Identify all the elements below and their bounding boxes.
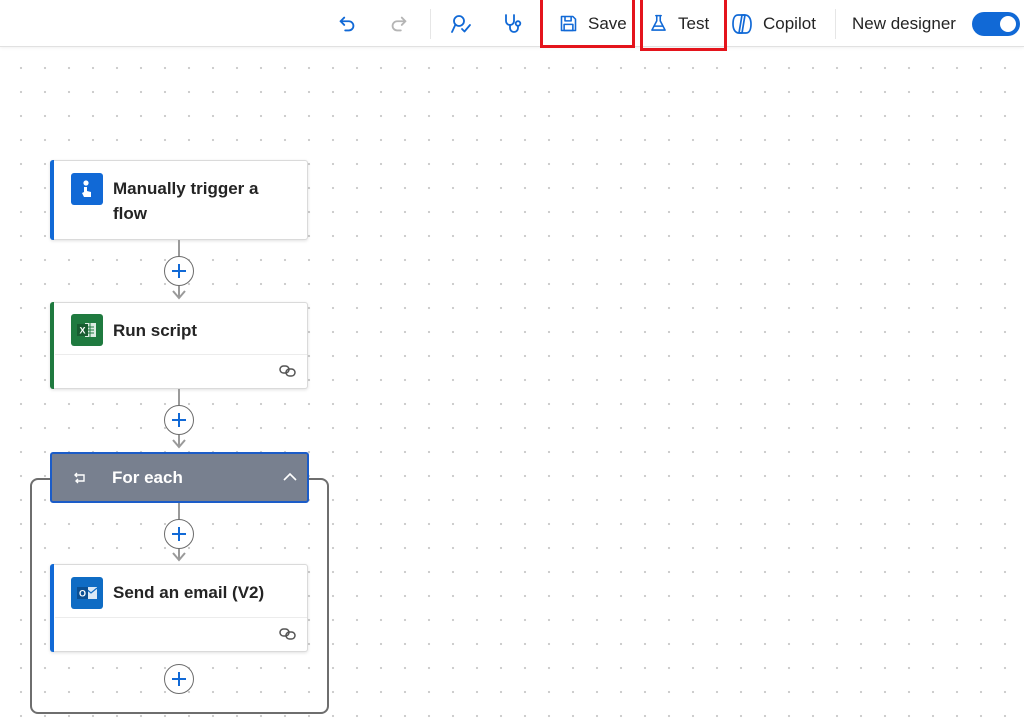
outlook-icon: O	[71, 577, 103, 609]
svg-text:O: O	[79, 589, 86, 599]
copilot-button[interactable]: Copilot	[730, 0, 816, 47]
manual-trigger-icon	[71, 173, 103, 205]
loop-icon	[74, 472, 85, 484]
save-button[interactable]: Save	[558, 0, 627, 47]
plus-icon	[172, 264, 186, 278]
copilot-icon	[732, 13, 752, 34]
test-label: Test	[678, 13, 710, 33]
trigger-title: Manually trigger a flow	[113, 176, 258, 226]
insert-step-button[interactable]	[164, 519, 194, 549]
undo-icon	[339, 16, 355, 31]
stethoscope-icon	[505, 13, 522, 33]
link-icon[interactable]	[279, 364, 297, 378]
plus-icon	[172, 527, 186, 541]
for-each-header[interactable]: For each	[50, 452, 309, 503]
trigger-title-line1: Manually trigger a	[113, 179, 259, 198]
svg-text:X: X	[79, 326, 85, 336]
redo-icon	[391, 16, 407, 31]
insert-step-button[interactable]	[164, 405, 194, 435]
copilot-label: Copilot	[763, 13, 816, 33]
plus-icon	[172, 413, 186, 427]
trigger-title-line2: flow	[113, 204, 147, 223]
run-script-title: Run script	[113, 321, 198, 340]
new-designer-toggle-wrap	[972, 0, 1020, 47]
connector-arrow-icon	[172, 439, 186, 449]
toolbar-divider	[430, 9, 431, 39]
undo-button[interactable]	[336, 0, 358, 47]
health-check-button[interactable]	[501, 0, 525, 47]
save-icon	[560, 15, 577, 32]
designer-toolbar: Save Test Copilot New designer	[0, 0, 1024, 51]
run-script-card[interactable]: X Run script	[50, 302, 308, 389]
card-accent	[50, 302, 54, 389]
send-email-card[interactable]: O Send an email (V2)	[50, 564, 308, 652]
new-designer-toggle[interactable]	[972, 11, 1020, 36]
excel-icon: X	[71, 314, 103, 346]
flow-checker-button[interactable]	[449, 0, 473, 47]
card-footer	[55, 354, 307, 388]
plus-icon	[172, 672, 186, 686]
link-icon[interactable]	[279, 627, 297, 641]
send-email-title: Send an email (V2)	[113, 583, 265, 602]
connector-arrow-icon	[172, 290, 186, 300]
toolbar-divider	[541, 9, 542, 39]
for-each-title: For each	[112, 468, 183, 487]
flow-checker-icon	[451, 14, 471, 33]
chevron-up-icon[interactable]	[283, 472, 297, 482]
redo-button[interactable]	[388, 0, 410, 47]
insert-step-button[interactable]	[164, 256, 194, 286]
card-footer	[55, 617, 307, 651]
save-label: Save	[588, 13, 627, 33]
card-accent	[50, 160, 54, 240]
toolbar-divider	[835, 9, 836, 39]
insert-step-button[interactable]	[164, 664, 194, 694]
test-button[interactable]: Test	[648, 0, 709, 47]
connector-arrow-icon	[172, 552, 186, 562]
card-accent	[50, 564, 54, 652]
trigger-card[interactable]: Manually trigger a flow	[50, 160, 308, 240]
flask-icon	[651, 14, 666, 31]
new-designer-label: New designer	[852, 13, 956, 33]
new-designer-toggle-group: New designer	[852, 0, 956, 47]
